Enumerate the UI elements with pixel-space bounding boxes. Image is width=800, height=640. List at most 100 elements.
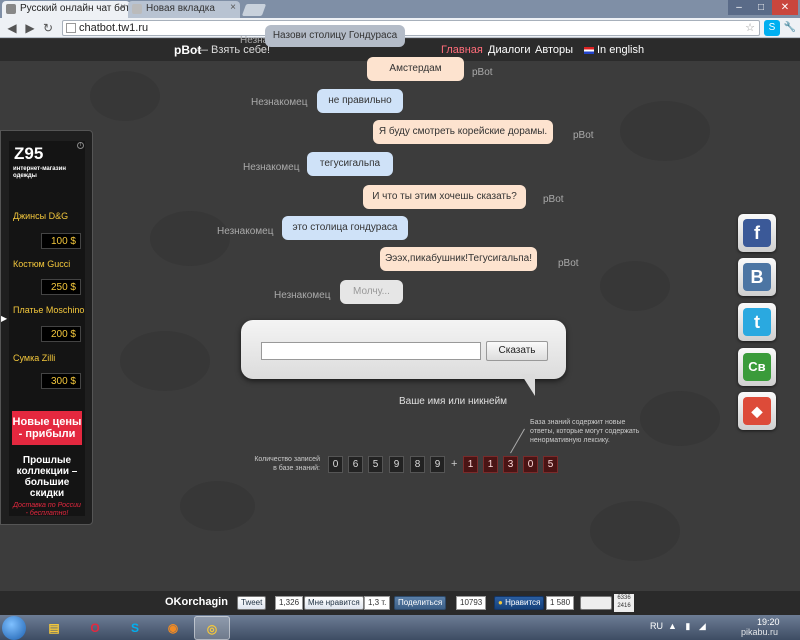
reload-icon[interactable]: ↻ [40,20,56,36]
nav-home[interactable]: Главная [441,44,483,56]
plus-sign: + [451,458,458,470]
new-records-digit: 3 [503,456,518,473]
speaker-label: pBot [472,67,493,78]
nav-authors[interactable]: Авторы [535,44,573,56]
ad-collapse-arrow-icon[interactable]: ▶ [1,314,7,326]
minimize-button[interactable]: – [728,0,750,15]
tab-title: Русский онлайн чат бот [20,3,130,14]
nickname-prompt[interactable]: Ваше имя или никнейм [399,396,507,407]
message-input[interactable] [261,342,481,360]
wrench-menu-icon[interactable]: 🔧 [782,20,798,36]
speaker-label: pBot [543,194,564,205]
site-footer: OKorchagin Tweet 1,326 Мне нравится 1,3 … [0,591,800,615]
ad-product-name: Платье Moschino [13,305,85,315]
tweet-count: 1,326 [275,596,304,610]
ad-subtitle: интернет-магазин одежды [13,166,66,179]
visit-counter-top: 6336 [617,595,631,601]
background-cloud [120,331,210,391]
language-indicator[interactable]: RU [650,621,663,631]
records-count-label: Количество записей в базе знаний: [254,456,320,472]
ad-delivery-text: Доставка по России - бесплатно! [13,502,81,517]
mail-like-button[interactable]: ● Нравится [494,596,545,610]
opera-icon[interactable]: O [78,616,112,640]
uk-flag-icon [584,46,594,54]
counter-digit: 6 [348,456,363,473]
visit-counter: 6336 2416 [614,594,634,612]
tab-title: Новая вкладка [146,3,215,14]
tab-close-icon[interactable]: × [230,2,236,13]
mail-like-icon: ● [498,598,503,607]
pending-message: Молчу... [340,280,403,304]
new-records-digit: 1 [463,456,478,473]
user-message: Назови столицу Гондураса [265,25,405,47]
vk-share-button[interactable]: B [738,258,776,296]
counter-digit: 8 [410,456,425,473]
stats-counter-icon[interactable] [580,596,612,610]
page-icon [66,23,76,33]
explorer-icon[interactable]: ▤ [37,616,71,640]
background-cloud [90,71,160,121]
new-records-digit: 0 [523,456,538,473]
tab-chatbot[interactable]: Русский онлайн чат бот × [2,1,130,18]
ad-info-icon[interactable]: i [77,142,84,149]
start-button[interactable] [2,616,26,640]
speaker-label: Незнакомец [243,162,300,173]
twitter-share-button[interactable]: t [738,303,776,341]
tab-strip: Русский онлайн чат бот × Новая вкладка ×… [0,0,800,18]
vk-share-footer-button[interactable]: Поделиться [394,596,447,610]
watermark: pikabu.ru [741,627,779,637]
facebook-like-count: 1,3 т. [364,596,391,610]
firefox-icon[interactable]: ◉ [156,616,190,640]
send-button[interactable]: Сказать [486,341,548,361]
facebook-share-button[interactable]: f [738,214,776,252]
nav-english[interactable]: In english [584,44,644,56]
forward-arrow-icon[interactable]: ▶ [22,20,38,36]
ad-product-name: Сумка Zilli [13,353,56,363]
new-tab-button[interactable] [241,4,267,16]
left-ad-banner[interactable]: ▶ Z95 интернет-магазин одежды i Джинсы D… [0,130,93,525]
bookmark-star-icon[interactable]: ☆ [745,21,755,34]
ad-product-price: 200 $ [41,326,81,342]
clock[interactable]: 19:20 [757,617,780,627]
tweet-button[interactable]: Tweet [237,596,267,610]
svoi-share-button[interactable]: Св [738,348,776,386]
background-cloud [180,481,255,531]
windows-taskbar: ▤ O S ◉ ◎ RU ▲ ▮ ◢ 19:20 [0,615,800,640]
speaker-label: pBot [558,258,579,269]
speaker-label: Незнакомец [217,226,274,237]
skype-icon[interactable]: S [118,616,152,640]
skype-extension-icon[interactable]: S [764,20,780,36]
chrome-icon[interactable]: ◎ [194,616,230,640]
facebook-like-button[interactable]: Мне нравится [304,596,364,610]
counter-digit: 9 [389,456,404,473]
close-window-button[interactable]: ✕ [772,0,798,15]
background-cloud [150,211,230,266]
bot-message: Эээх,пикабушник!Тегусигальпа! [380,247,537,271]
bot-message: И что ты этим хочешь сказать? [363,185,526,209]
tab-new[interactable]: Новая вкладка × [128,1,240,18]
back-arrow-icon[interactable]: ◀ [4,20,20,36]
author-link[interactable]: OKorchagin [165,596,228,608]
nav-english-label: In english [597,44,645,56]
speaker-label: Незнакомец [274,290,331,301]
maximize-button[interactable]: □ [750,0,772,15]
address-bar[interactable]: ☆ [62,20,760,36]
new-records-digit: 1 [483,456,498,473]
google-buzz-share-button[interactable]: ◆ [738,392,776,430]
speaker-label: pBot [573,130,594,141]
vk-share-count: 10793 [456,596,487,610]
nav-dialogs[interactable]: Диалоги [488,44,531,56]
speaker-label: Незнакомец [251,97,308,108]
user-message: тегусигальпа [307,152,393,176]
background-cloud [590,501,680,561]
facebook-icon: f [743,219,771,247]
counter-digit: 5 [368,456,383,473]
ad-product-name: Костюм Gucci [13,259,71,269]
user-message: не правильно [317,89,403,113]
tray-icons[interactable]: ▲ ▮ ◢ [668,621,709,632]
ad-product-price: 250 $ [41,279,81,295]
ad-collections-text: Прошлые коллекции – большие скидки [16,455,78,499]
google-buzz-icon: ◆ [743,397,771,425]
mail-like-label: Нравится [505,598,541,607]
tab-close-icon[interactable]: × [120,2,126,13]
